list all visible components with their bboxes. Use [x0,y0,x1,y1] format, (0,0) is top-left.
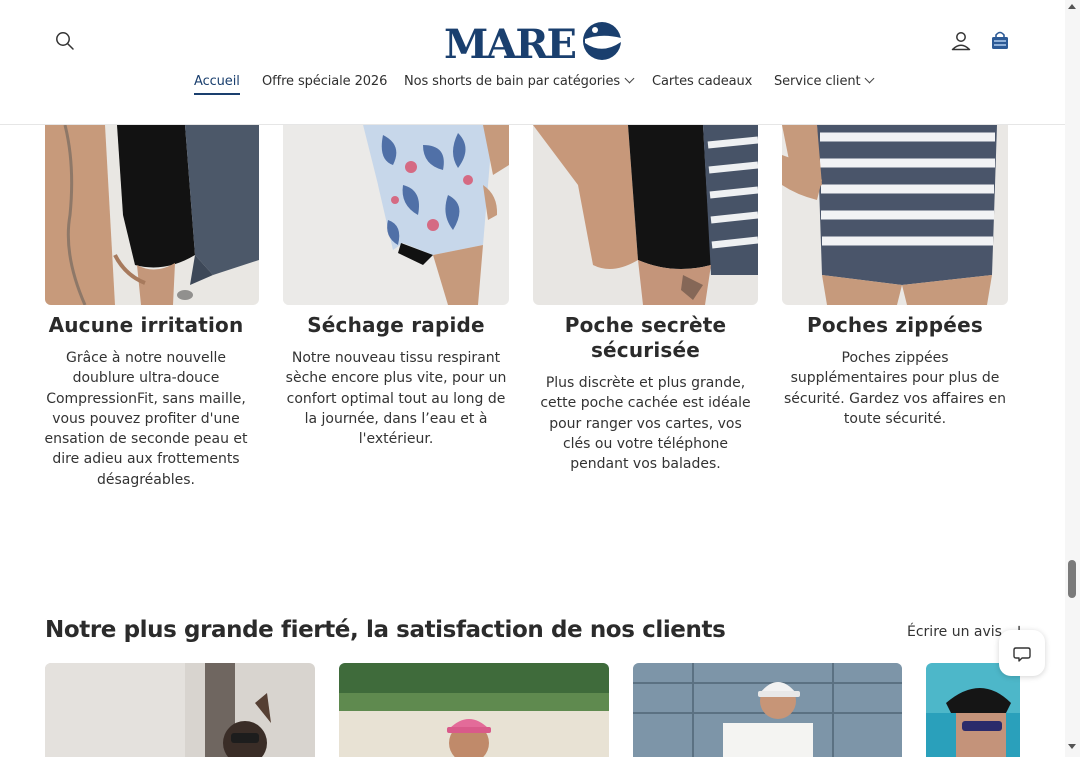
review-photo[interactable] [45,663,315,757]
site-header: MARE Accueil Offre spéciale 2026 Nos sho… [0,0,1065,125]
feature-description-secret-pocket: Plus discrète et plus grande, cette poch… [530,373,761,474]
feature-line: pendant vos balades. [570,456,721,473]
chat-bubble-icon [1013,647,1031,662]
feature-description-no-irritation: Grâce à notre nouvelle doublure ultra-do… [38,348,254,490]
feature-image-secret-pocket [533,125,758,305]
review-photo[interactable] [339,663,609,757]
active-underline [194,93,240,95]
feature-image-zip-pockets [782,125,1008,305]
feature-line: CompressionFit, sans maille, [46,390,246,407]
page-scrollbar[interactable] [1065,0,1080,757]
feature-line: la journée, dans l’eau et à [304,410,488,427]
feature-line: ensation de seconde peau et [44,431,248,448]
nav-item-label: Offre spéciale 2026 [262,74,388,89]
feature-line: dire adieu aux frottements [52,451,240,468]
feature-line: Notre nouveau tissu respirant [291,350,501,366]
site-logo[interactable]: MARE [444,21,624,63]
feature-title-secret-pocket: Poche secrète sécurisée [533,313,758,363]
feature-description-zip-pockets: Poches zippées supplémentaires pour plus… [779,348,1011,429]
feature-description-quick-dry: Notre nouveau tissu respirant sèche enco… [280,348,512,449]
nav-item-cartes-cadeaux[interactable]: Cartes cadeaux [652,74,752,89]
scroll-down-arrow[interactable] [1068,744,1076,749]
feature-line: vous pouvez profiter d'une [52,410,240,427]
nav-item-accueil[interactable]: Accueil [194,74,240,95]
nav-item-offre-speciale[interactable]: Offre spéciale 2026 [262,74,387,89]
feature-line: Plus discrète et plus grande, [545,375,746,391]
feature-line: confort optimal tout au long de [286,390,506,407]
feature-line: cette poche cachée est idéale [540,395,751,412]
feature-title-zip-pockets: Poches zippées [807,313,983,337]
chevron-down-icon [865,73,875,84]
review-photo[interactable] [633,663,902,757]
feature-title-line: sécurisée [590,338,701,362]
feature-line: désagréables. [96,471,196,488]
feature-image-quick-dry [283,125,509,305]
chevron-down-icon [624,73,635,84]
search-icon[interactable] [54,30,76,52]
feature-line: Poches zippées [841,350,949,366]
feature-line: sèche encore plus vite, pour un [285,370,507,387]
nav-item-label: Service client [774,74,861,89]
feature-image-no-irritation [45,125,259,305]
nav-item-label: Nos shorts de bain par catégories [404,74,621,89]
scroll-thumb[interactable] [1068,560,1076,598]
reviews-section-title: Notre plus grande fierté, la satisfactio… [45,617,726,643]
main-navigation: Accueil Offre spéciale 2026 Nos shorts d… [0,73,1065,96]
feature-title-line: Poche secrète [564,313,727,337]
nav-item-service-client[interactable]: Service client [774,73,875,89]
write-review-label: Écrire un avis [907,624,1002,640]
feature-line: Grâce à notre nouvelle [65,350,226,366]
feature-line: l'extérieur. [358,431,434,448]
scroll-up-arrow[interactable] [1068,4,1076,9]
account-icon[interactable] [949,29,973,53]
shopping-bag-icon[interactable] [988,29,1012,53]
feature-line: supplémentaires pour plus de [790,370,1000,387]
nav-item-label: Accueil [194,74,240,89]
feature-line: sécurité. Gardez vos affaires en [784,390,1006,407]
logo-text: MARE [444,21,576,63]
nav-item-shorts-categories[interactable]: Nos shorts de bain par catégories [404,73,635,89]
feature-line: toute sécurité. [843,410,947,427]
feature-line: pour ranger vos cartes, vos [549,415,742,432]
nav-item-label: Cartes cadeaux [652,74,753,89]
feature-line: doublure ultra-douce [72,370,220,387]
chat-button[interactable] [999,630,1045,676]
feature-line: clés ou votre téléphone [562,435,729,452]
feature-title-quick-dry: Séchage rapide [307,313,485,337]
feature-title-no-irritation: Aucune irritation [48,313,244,337]
review-photo[interactable] [926,663,1020,757]
